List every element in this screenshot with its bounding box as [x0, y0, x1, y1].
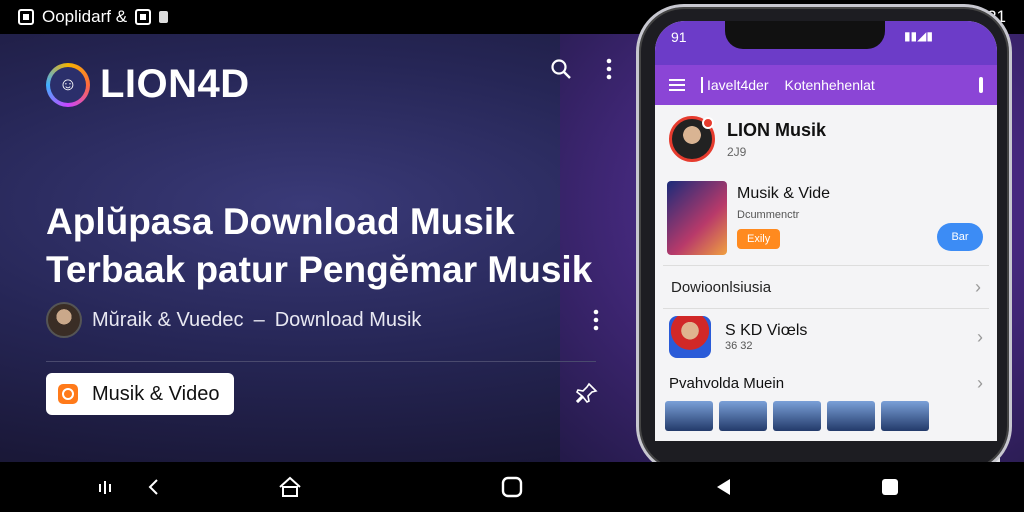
channel-sub: 2J9: [727, 144, 747, 159]
author-category[interactable]: Download Musik: [275, 309, 422, 332]
strip-thumbnail[interactable]: [719, 401, 767, 431]
author-name[interactable]: Mŭraik & Vuedec: [92, 309, 244, 332]
phone-notch: [725, 21, 885, 49]
list-row-downloads[interactable]: Dowioonlsiusia ›: [663, 265, 989, 309]
section-header[interactable]: Pvahvolda Muein ›: [655, 365, 997, 401]
strip-thumbnail[interactable]: [881, 401, 929, 431]
card-thumbnail: [667, 181, 727, 255]
divider: [46, 361, 596, 362]
phone-status-bar: 91 ▮▮◢▮: [655, 21, 997, 65]
phone-status-time: 91: [671, 29, 687, 45]
channel-name: LION Musik: [727, 119, 827, 140]
back-triangle-icon[interactable]: [712, 475, 736, 499]
item-subtitle: 36 32: [725, 340, 753, 352]
item-title: S KD Viœls: [725, 322, 808, 339]
card-subtitle: Dcummenctr: [737, 209, 800, 221]
strip-thumbnail[interactable]: [827, 401, 875, 431]
brand-logo-icon: ☺: [46, 62, 90, 107]
featured-card[interactable]: Musik & Vide Dcummenctr Exily Bar: [655, 173, 997, 265]
chevron-right-icon: ›: [977, 372, 983, 393]
section-label: Pvahvolda Muein: [669, 374, 785, 392]
phone-more-icon[interactable]: [979, 77, 983, 93]
headline-line-2: Terbaak patur Pengĕmar Musik: [46, 249, 593, 290]
strip-thumbnail[interactable]: [773, 401, 821, 431]
chevron-right-icon: ›: [975, 276, 981, 297]
top-actions: [548, 56, 622, 82]
author-separator: –: [253, 308, 265, 331]
phone-tab-1[interactable]: Iavelt4der: [701, 77, 768, 93]
back-chevron-icon[interactable]: [142, 475, 166, 499]
home-button-icon[interactable]: [500, 475, 524, 499]
image-notification-icon: [135, 9, 152, 25]
sim-icon: [159, 11, 169, 23]
home-icon[interactable]: [278, 475, 302, 499]
notification-app-icon: [18, 9, 34, 25]
more-vert-icon[interactable]: [596, 56, 622, 82]
item-thumbnail: [669, 316, 711, 358]
strip-thumbnail[interactable]: [665, 401, 713, 431]
menu-icon[interactable]: [669, 79, 685, 91]
author-more-icon[interactable]: [586, 307, 606, 333]
chevron-right-icon: ›: [977, 326, 983, 347]
headline-line-1: Aplŭpasa Download Musik: [46, 201, 515, 242]
category-chip[interactable]: Musik & Video: [46, 373, 234, 415]
status-app-label: Ooplidarf &: [42, 7, 128, 26]
phone-screen: 91 ▮▮◢▮ Iavelt4der Kotenhehenlat LION Mu…: [655, 21, 997, 441]
author-row: Mŭraik & Vuedec – Download Musik: [46, 302, 606, 338]
card-action-button[interactable]: Bar: [937, 223, 983, 251]
phone-tab-2[interactable]: Kotenhehenlat: [784, 77, 874, 93]
row-label: Dowioonlsiusia: [671, 278, 772, 296]
list-item[interactable]: S KD Viœls 36 32 ›: [655, 309, 997, 365]
card-title: Musik & Vide: [737, 185, 831, 202]
brand-name: LION4D: [100, 62, 250, 106]
card-tag[interactable]: Exily: [737, 229, 781, 249]
chat-icon: [58, 384, 78, 404]
pin-icon[interactable]: [575, 382, 604, 410]
avatar[interactable]: [46, 302, 82, 338]
search-icon[interactable]: [548, 56, 574, 82]
chip-label: Musik & Video: [92, 382, 220, 405]
system-nav-bar: [0, 462, 1024, 512]
phone-app-bar: Iavelt4der Kotenhehenlat: [655, 65, 997, 105]
recents-bars-icon[interactable]: [94, 475, 118, 499]
overview-square-icon[interactable]: [878, 475, 902, 499]
article-headline: Aplŭpasa Download Musik Terbaak patur Pe…: [46, 198, 606, 294]
phone-mockup: 91 ▮▮◢▮ Iavelt4der Kotenhehenlat LION Mu…: [636, 4, 1012, 474]
channel-header[interactable]: LION Musik 2J9: [655, 105, 997, 173]
thumbnail-strip: [655, 401, 997, 431]
channel-avatar: [669, 116, 715, 162]
brand[interactable]: ☺ LION4D: [46, 62, 250, 107]
phone-status-icons: ▮▮◢▮: [903, 29, 933, 43]
